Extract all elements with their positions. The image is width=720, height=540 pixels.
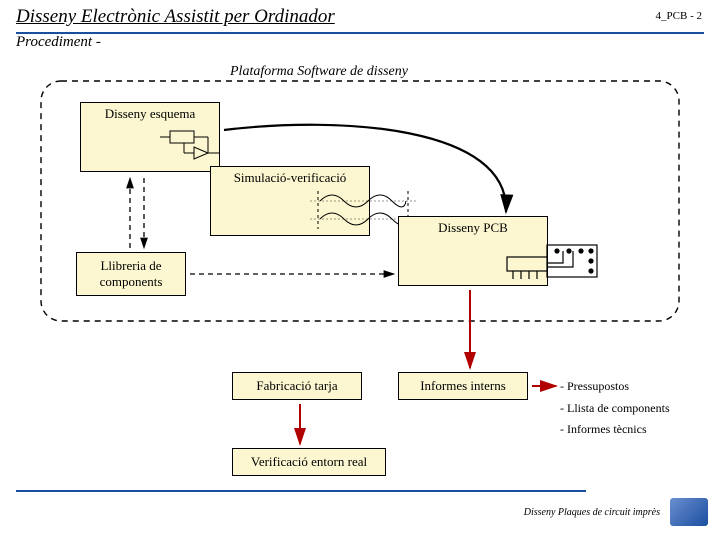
slide-number: 4_PCB - 2 [656, 10, 702, 22]
box-llibreria-label: Llibreria de components [100, 258, 163, 290]
box-esquema: Disseny esquema [80, 102, 220, 172]
box-informes: Informes interns [398, 372, 528, 400]
box-llibreria: Llibreria de components [76, 252, 186, 296]
note-1: - Pressupostos [560, 376, 670, 398]
box-simulacio-label: Simulació-verificació [211, 167, 369, 189]
box-pcb: Disseny PCB [398, 216, 548, 286]
logo-icon [670, 498, 708, 526]
box-informes-label: Informes interns [420, 378, 506, 394]
diagram-canvas: Plataforma Software de disseny Disseny e… [0, 56, 720, 486]
box-fabricacio: Fabricació tarja [232, 372, 362, 400]
box-pcb-label: Disseny PCB [399, 217, 547, 239]
box-simulacio: Simulació-verificació [210, 166, 370, 236]
box-verificacio: Verificació entorn real [232, 448, 386, 476]
box-esquema-label: Disseny esquema [81, 103, 219, 125]
platform-title: Plataforma Software de disseny [230, 64, 408, 80]
page-title: Disseny Electrònic Assistit per Ordinado… [16, 6, 335, 27]
footer-rule [16, 490, 586, 492]
schematic-icon [150, 125, 286, 169]
note-3: - Informes tècnics [560, 419, 670, 441]
pcb-icon [473, 239, 619, 285]
box-verificacio-label: Verificació entorn real [251, 454, 367, 470]
subtitle: Procediment - [0, 34, 720, 55]
footer-text: Disseny Plaques de circuit imprès [524, 507, 660, 518]
notes-list: - Pressupostos - Llista de components - … [560, 376, 670, 441]
note-2: - Llista de components [560, 398, 670, 420]
box-fabricacio-label: Fabricació tarja [256, 378, 337, 394]
